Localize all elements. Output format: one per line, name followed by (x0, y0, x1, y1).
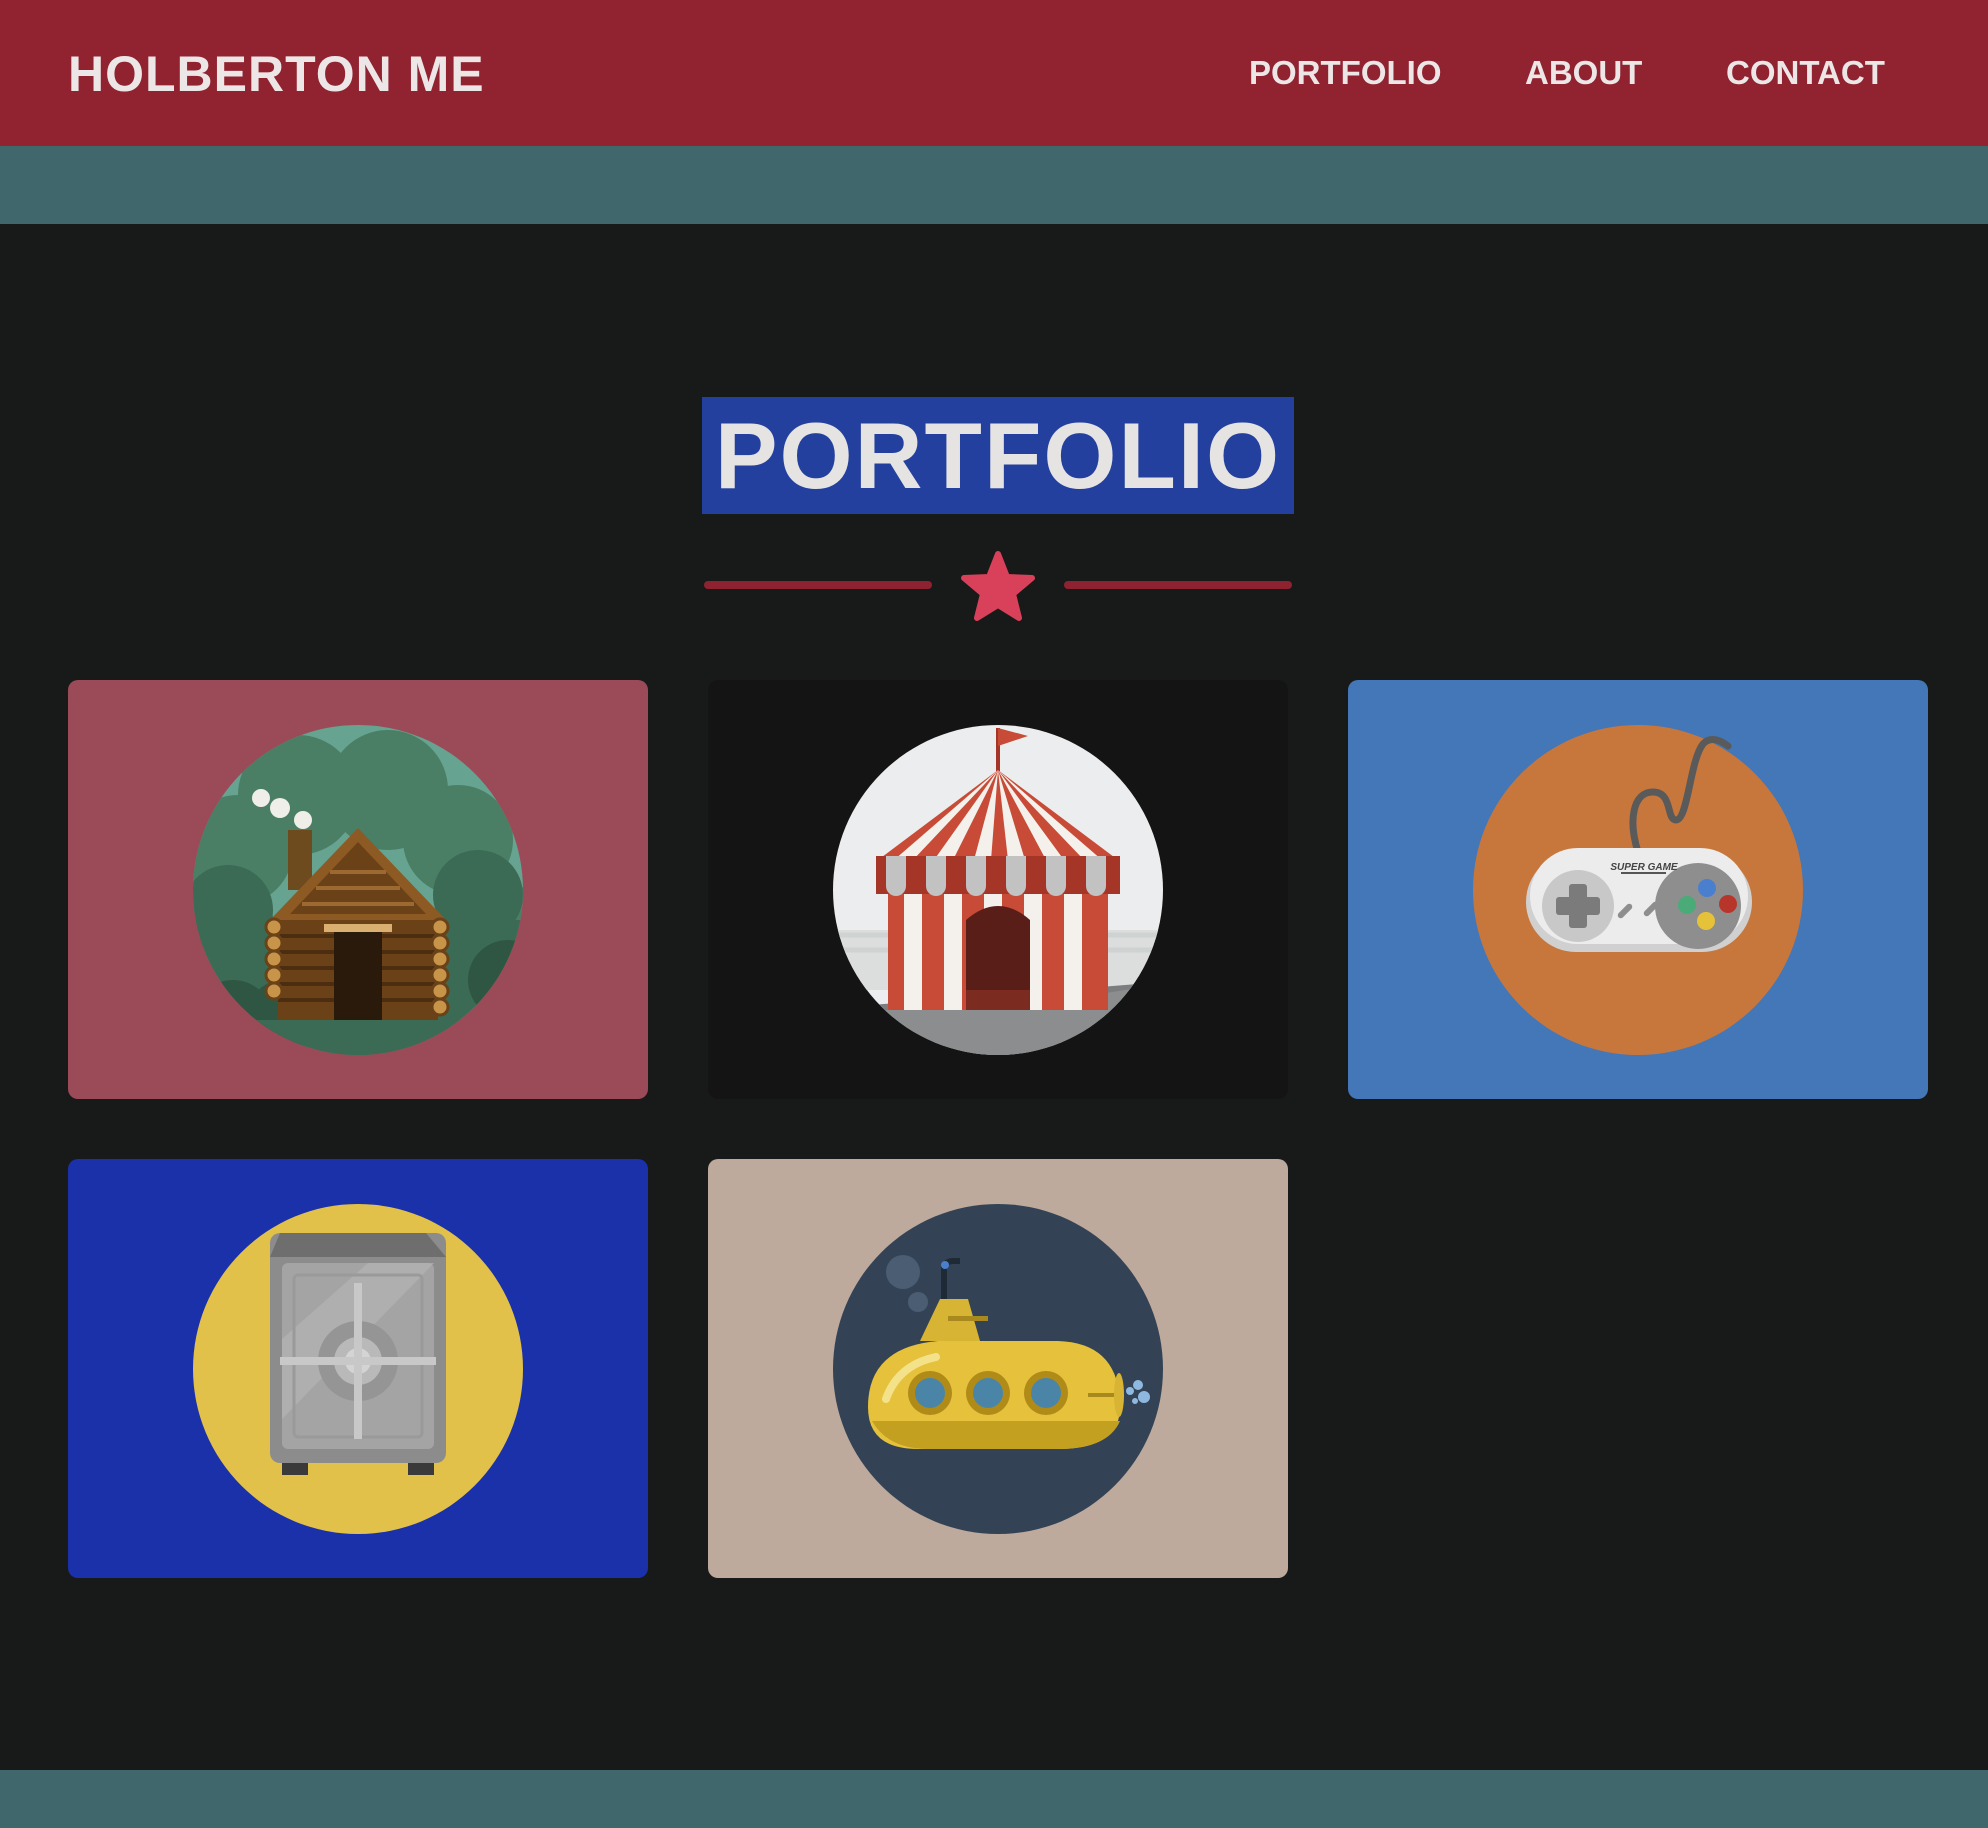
game-controller-icon: SUPER GAME (1473, 725, 1803, 1055)
star-icon (961, 551, 1035, 621)
nav-link-portfolio[interactable]: PORTFOLIO (1249, 50, 1442, 96)
top-navbar: HOLBERTON ME PORTFOLIO ABOUT CONTACT (0, 0, 1988, 146)
portfolio-card-controller[interactable]: SUPER GAME (1348, 680, 1928, 1099)
nav-link-about[interactable]: ABOUT (1525, 50, 1642, 96)
section-divider (704, 551, 1292, 621)
controller-logo-text: SUPER GAME (1610, 862, 1678, 873)
header-accent-band (0, 146, 1988, 224)
circus-tent-icon (833, 725, 1163, 1055)
portfolio-card-circus[interactable] (708, 680, 1288, 1099)
portfolio-card-submarine[interactable] (708, 1159, 1288, 1578)
log-cabin-icon (193, 725, 523, 1055)
portfolio-card-safe[interactable] (68, 1159, 648, 1578)
portfolio-card-cabin[interactable] (68, 680, 648, 1099)
nav-link-contact[interactable]: CONTACT (1726, 50, 1885, 96)
submarine-icon (833, 1204, 1163, 1534)
safe-icon (193, 1204, 523, 1534)
brand-logo[interactable]: HOLBERTON ME (68, 44, 485, 104)
section-title: PORTFOLIO (714, 403, 1282, 508)
footer-band (0, 1770, 1988, 1828)
